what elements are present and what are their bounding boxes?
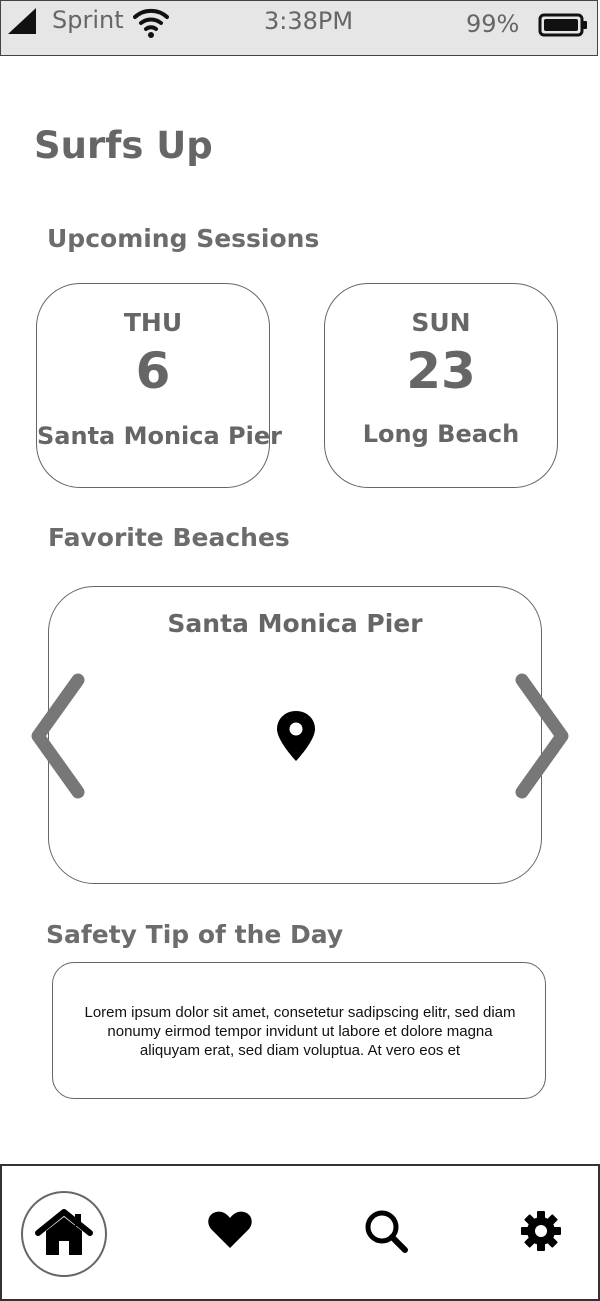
beach-name: Santa Monica Pier <box>167 609 423 638</box>
map-pin-icon <box>277 711 315 761</box>
session-date: 6 <box>135 342 171 400</box>
beach-carousel-card[interactable]: Santa Monica Pier <box>48 586 542 884</box>
session-location: Long Beach <box>362 420 520 448</box>
upcoming-sessions-heading: Upcoming Sessions <box>47 224 320 253</box>
favorite-beaches-heading: Favorite Beaches <box>48 523 290 552</box>
session-day: SUN <box>411 308 471 337</box>
safety-tip-card: Lorem ipsum dolor sit amet, consetetur s… <box>52 962 546 1099</box>
home-icon <box>35 1209 93 1255</box>
tab-settings[interactable] <box>519 1209 563 1253</box>
page-title: Surfs Up <box>34 124 213 167</box>
session-card[interactable]: SUN 23 Long Beach <box>324 283 558 488</box>
search-icon <box>365 1210 408 1253</box>
chevron-left-icon[interactable] <box>28 672 88 800</box>
bottom-tab-bar <box>0 1164 600 1301</box>
session-date: 23 <box>406 342 476 400</box>
session-location: Santa Monica Pier <box>37 422 282 450</box>
wifi-icon <box>133 8 169 38</box>
safety-tip-heading: Safety Tip of the Day <box>46 920 344 949</box>
session-day: THU <box>123 308 183 337</box>
carrier-name: Sprint <box>52 6 124 34</box>
tab-home[interactable] <box>21 1191 107 1277</box>
heart-icon <box>208 1211 252 1248</box>
safety-tip-text: Lorem ipsum dolor sit amet, consetetur s… <box>84 1004 516 1059</box>
battery-icon <box>538 13 587 37</box>
session-card[interactable]: THU 6 Santa Monica Pier <box>36 283 282 488</box>
chevron-right-icon[interactable] <box>512 672 574 800</box>
signal-icon <box>8 8 36 34</box>
gear-icon <box>521 1211 561 1251</box>
tab-favorites[interactable] <box>207 1210 253 1250</box>
status-time: 3:38PM <box>264 7 354 35</box>
tab-search[interactable] <box>363 1208 409 1254</box>
battery-percent: 99% <box>466 10 520 38</box>
